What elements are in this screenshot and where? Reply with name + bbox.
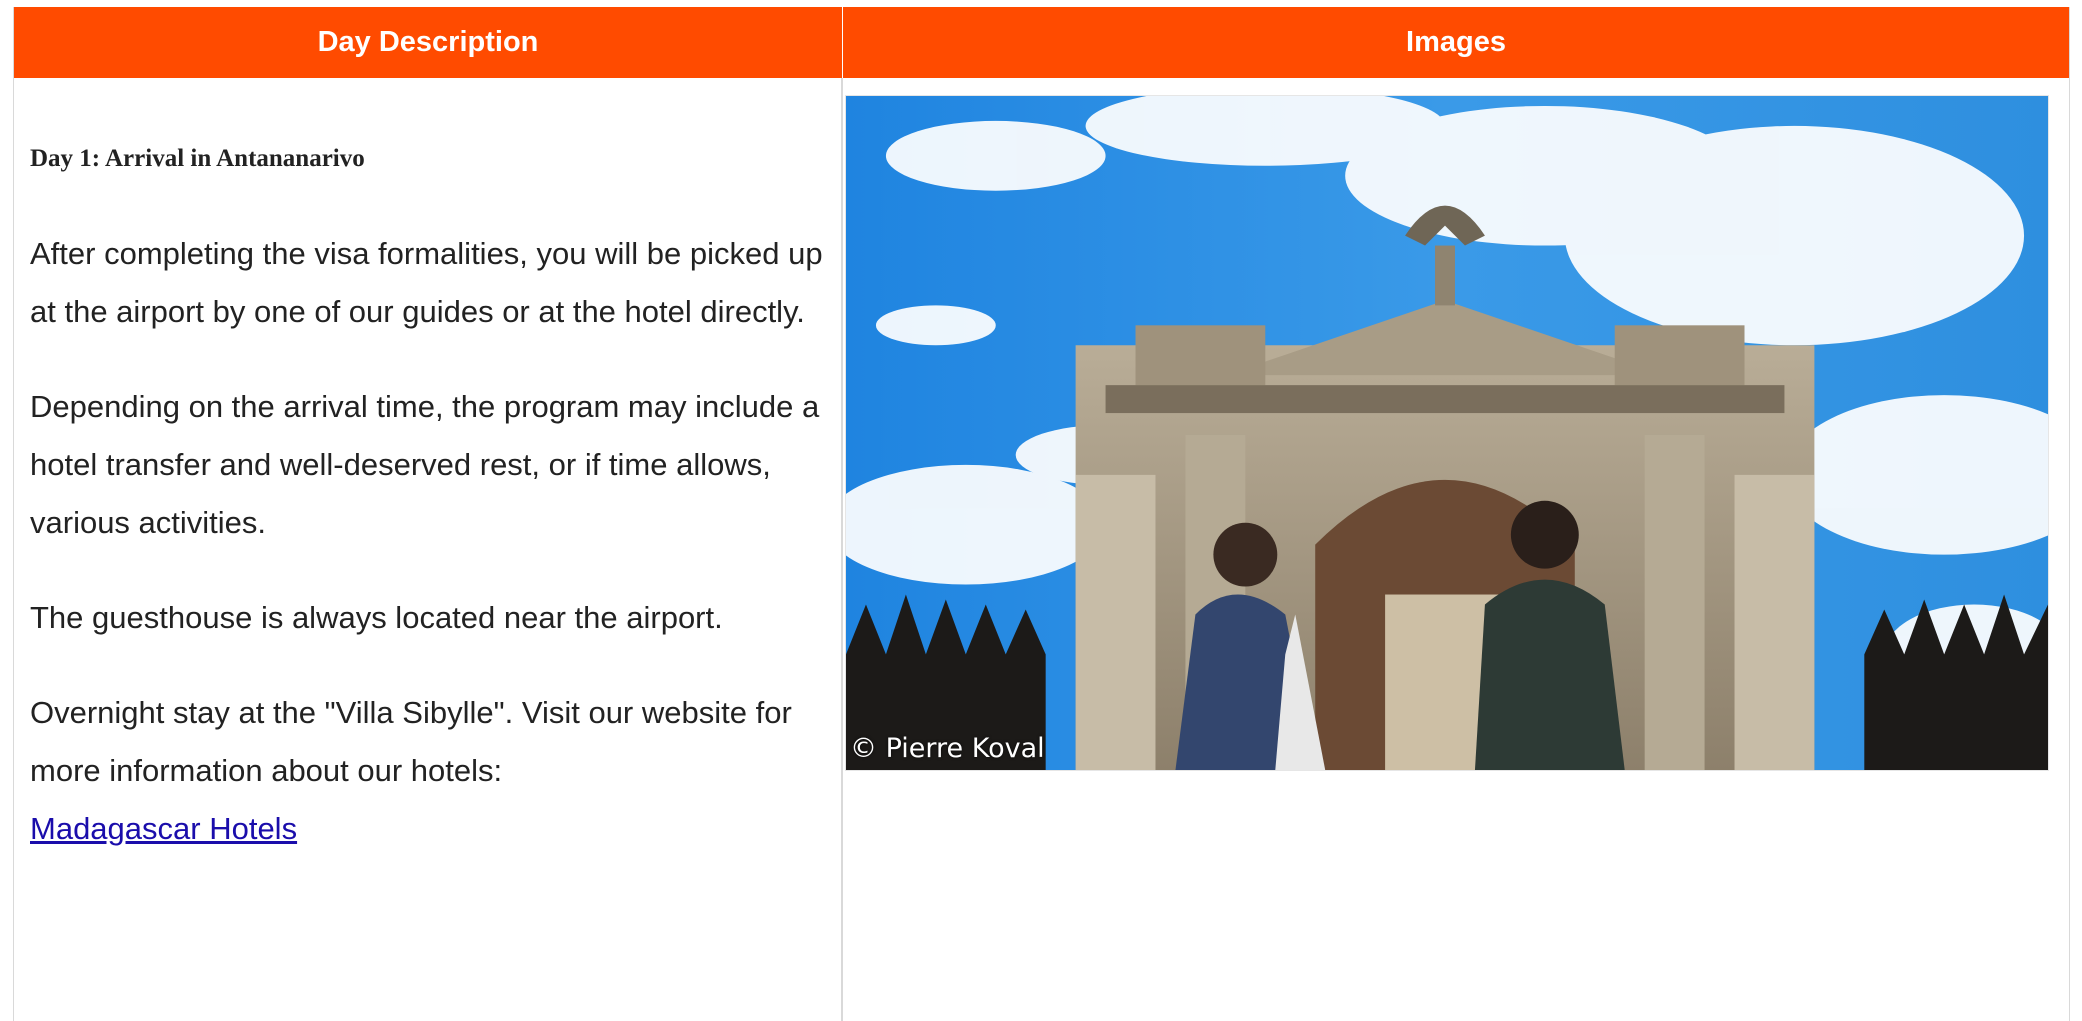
- paragraph-visa: After completing the visa formalities, y…: [30, 236, 823, 329]
- paragraph-program: Depending on the arrival time, the progr…: [30, 389, 820, 540]
- paragraph-overnight: Overnight stay at the "Villa Sibylle". V…: [30, 684, 830, 858]
- monument-photo: © Pierre Koval: [845, 95, 2049, 771]
- header-day-description: Day Description: [14, 7, 843, 78]
- madagascar-hotels-link[interactable]: Madagascar Hotels: [30, 811, 297, 846]
- table-header-row: Day Description Images: [14, 7, 2069, 78]
- day-paragraphs: After completing the visa formalities, y…: [30, 225, 830, 895]
- day-title: Day 1: Arrival in Antananarivo: [30, 145, 365, 172]
- overnight-text: Overnight stay at the "Villa Sibylle". V…: [30, 695, 792, 788]
- header-images: Images: [1406, 26, 1506, 58]
- photo-credit: © Pierre Koval: [850, 733, 1045, 764]
- paragraph-guesthouse: The guesthouse is always located near th…: [30, 600, 723, 635]
- photo-illustration: [846, 96, 2048, 770]
